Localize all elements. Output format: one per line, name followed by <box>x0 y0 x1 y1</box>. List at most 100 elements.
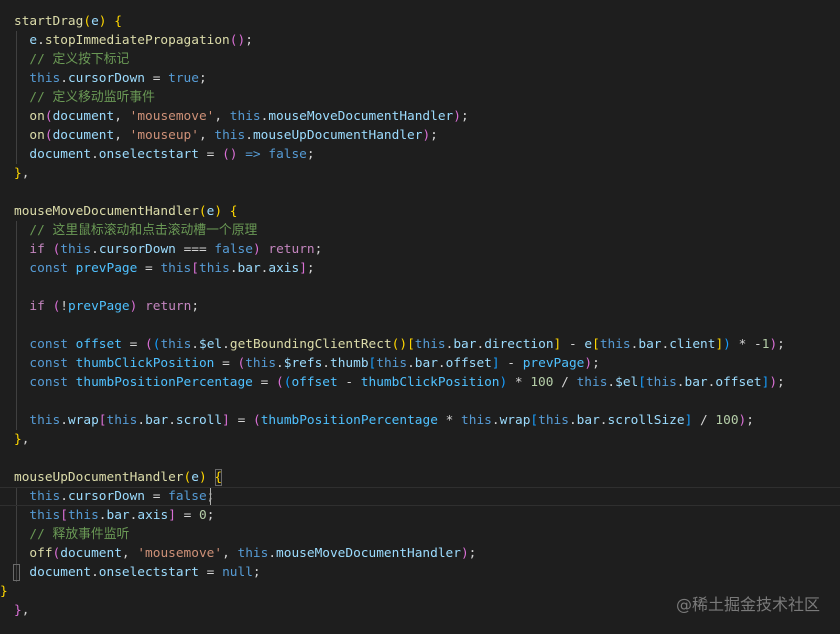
code-token: = <box>137 261 161 276</box>
code-line[interactable]: // 定义移动监听事件 <box>14 88 155 107</box>
code-line[interactable]: const thumbClickPosition = (this.$refs.t… <box>14 354 599 373</box>
code-token: ; <box>746 413 754 428</box>
code-line[interactable]: document.onselectstart = () => false; <box>14 145 315 164</box>
code-token: if <box>29 242 45 257</box>
code-line[interactable]: const prevPage = this[this.bar.axis]; <box>14 259 315 278</box>
code-token: thumbPositionPercentage <box>260 413 438 428</box>
code-line[interactable]: this.cursorDown = true; <box>14 69 206 88</box>
code-token: , <box>21 603 30 618</box>
code-token: // 这里鼠标滚动和点击滚动槽一个原理 <box>29 223 258 238</box>
code-token: on <box>29 128 45 143</box>
code-line[interactable]: }, <box>14 430 29 449</box>
code-token: mouseMoveDocumentHandler <box>268 109 454 124</box>
code-editor[interactable]: startDrag(e) { e.stopImmediatePropagatio… <box>0 0 840 634</box>
code-token: ; <box>245 33 253 48</box>
code-token: const <box>29 337 68 352</box>
code-line[interactable]: }, <box>14 601 29 620</box>
code-token: 'mousemove' <box>129 109 215 124</box>
code-line[interactable]: this.wrap[this.bar.scroll] = (thumbPosit… <box>14 411 754 430</box>
code-token: document <box>29 147 92 162</box>
code-token: . <box>91 147 99 162</box>
code-token: mouseMoveDocumentHandler <box>276 546 461 561</box>
code-token: . <box>599 413 608 428</box>
code-token: * <box>437 413 462 428</box>
code-token: { <box>114 14 122 29</box>
code-token: this <box>576 375 608 390</box>
code-line[interactable]: this[this.bar.axis] = 0; <box>14 506 214 525</box>
code-token: bar <box>145 413 169 428</box>
code-token: e <box>191 470 199 485</box>
code-token: ] <box>715 337 724 352</box>
code-token: $el <box>199 337 223 352</box>
code-token: = <box>145 489 169 504</box>
code-line[interactable]: off(document, 'mousemove', this.mouseMov… <box>14 544 476 563</box>
code-line[interactable]: on(document, 'mouseup', this.mouseUpDocu… <box>14 126 437 145</box>
code-token: 100 <box>715 413 739 428</box>
code-token: this <box>29 413 61 428</box>
code-line[interactable]: // 释放事件监听 <box>14 525 129 544</box>
code-line[interactable]: // 定义按下标记 <box>14 50 129 69</box>
code-token: ; <box>191 299 200 314</box>
code-line[interactable]: }, <box>14 164 29 183</box>
code-token: [ <box>592 337 600 352</box>
code-line[interactable]: const thumbPositionPercentage = ((offset… <box>14 373 784 392</box>
code-line[interactable]: on(document, 'mousemove', this.mouseMove… <box>14 107 468 126</box>
code-token: ( <box>252 413 261 428</box>
code-token: prevPage <box>522 356 585 371</box>
code-token: const <box>29 261 68 276</box>
code-line[interactable]: e.stopImmediatePropagation(); <box>14 31 253 50</box>
code-token: } <box>14 603 22 618</box>
code-token: getBoundingClientRect <box>229 337 392 352</box>
code-token: . <box>407 356 415 371</box>
code-token: => <box>245 147 261 162</box>
code-token: offset <box>291 375 338 390</box>
code-token: . <box>60 71 68 86</box>
code-token: ; <box>306 147 315 162</box>
code-line[interactable]: startDrag(e) { <box>14 12 122 31</box>
code-token: stopImmediatePropagation <box>44 33 230 48</box>
code-line[interactable]: } <box>0 582 8 601</box>
code-token: thumbPositionPercentage <box>75 375 253 390</box>
code-token: ) <box>460 546 469 561</box>
code-token: cursorDown <box>67 71 146 86</box>
watermark-text: @稀土掘金技术社区 <box>675 595 820 614</box>
code-token: $refs <box>283 356 323 371</box>
code-line[interactable]: if (!prevPage) return; <box>14 297 199 316</box>
code-token: . <box>60 489 68 504</box>
bracket-match-open <box>215 469 222 486</box>
code-line[interactable]: if (this.cursorDown === false) return; <box>14 240 322 259</box>
code-token: axis <box>268 261 300 276</box>
code-token: ) <box>198 470 207 485</box>
code-token: ( <box>198 204 207 219</box>
code-token: mouseUpDocumentHandler <box>252 128 423 143</box>
code-token: this <box>106 413 138 428</box>
code-token: offset <box>75 337 122 352</box>
code-token: startDrag <box>14 14 84 29</box>
code-line[interactable]: this.cursorDown = false; <box>14 487 214 506</box>
code-token: false <box>168 489 207 504</box>
code-token: ; <box>306 261 315 276</box>
code-token: 100 <box>530 375 554 390</box>
code-line[interactable]: const offset = ((this.$el.getBoundingCli… <box>14 335 784 354</box>
code-line[interactable]: mouseMoveDocumentHandler(e) { <box>14 202 238 221</box>
code-token: ) <box>584 356 593 371</box>
code-line[interactable]: // 这里鼠标滚动和点击滚动槽一个原理 <box>14 221 257 240</box>
code-token: 'mousemove' <box>137 546 223 561</box>
code-token: thumb <box>330 356 369 371</box>
code-line[interactable]: document.onselectstart = null; <box>14 563 260 582</box>
code-token: ] <box>299 261 307 276</box>
code-token: / <box>553 375 577 390</box>
code-token: this <box>67 508 99 523</box>
text-caret <box>210 488 211 505</box>
code-line[interactable]: mouseUpDocumentHandler(e) { <box>14 468 222 487</box>
